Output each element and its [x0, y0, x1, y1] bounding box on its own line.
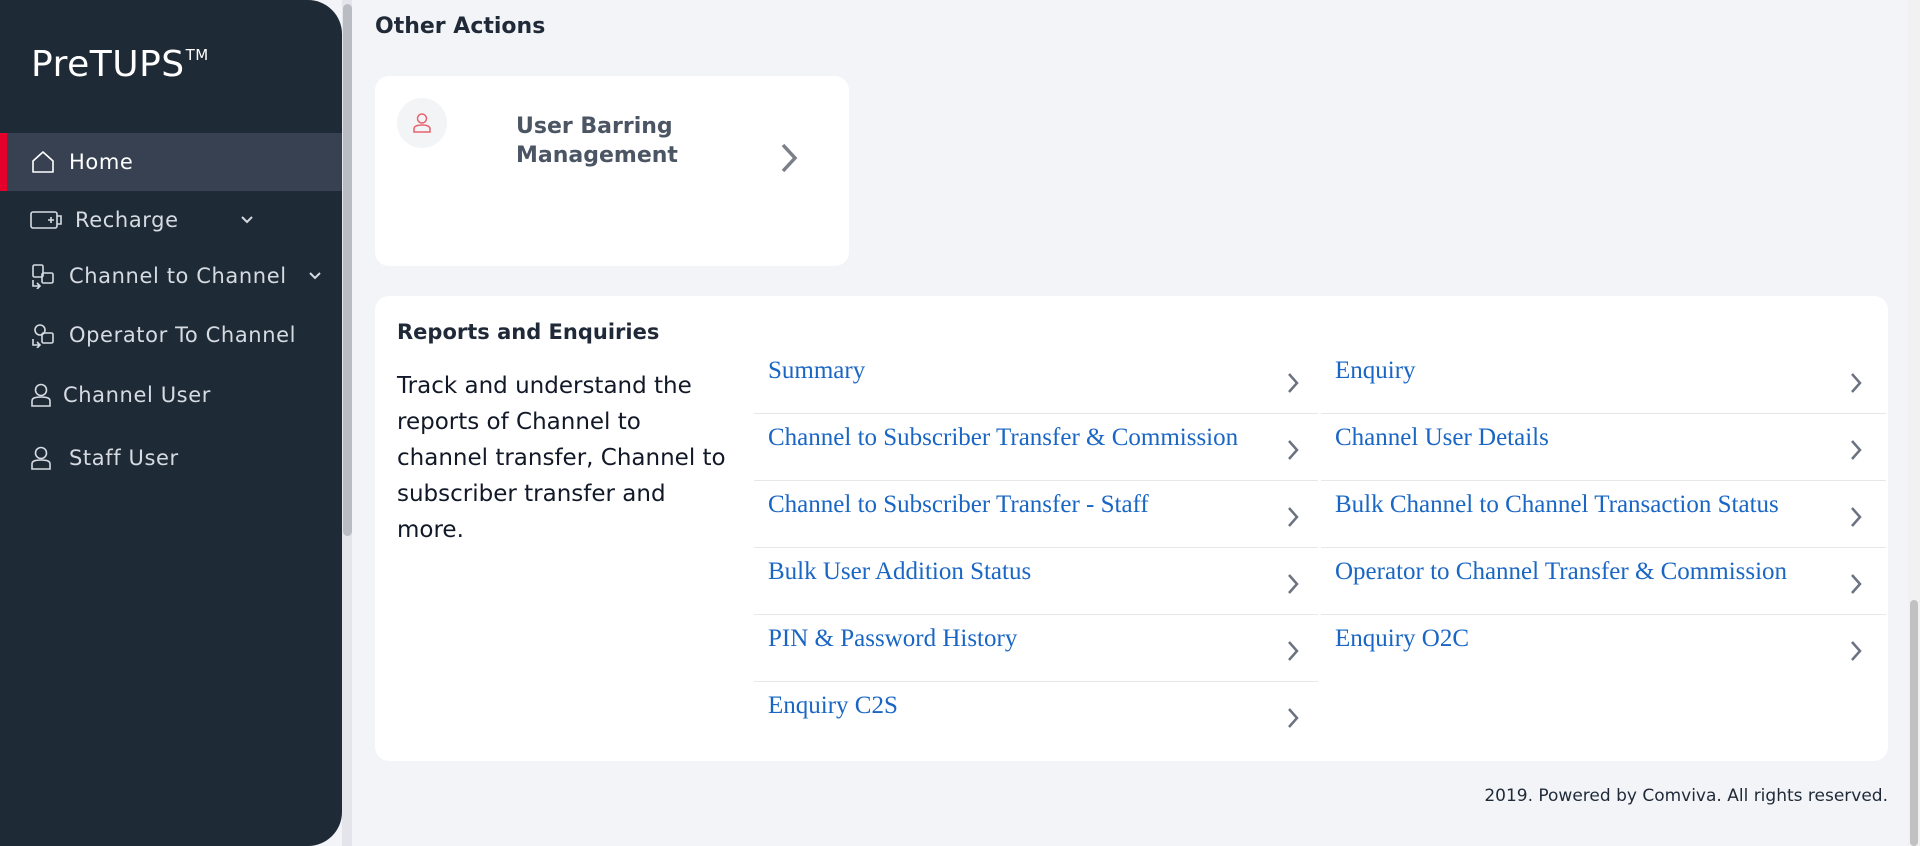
home-icon — [30, 149, 56, 175]
chevron-right-icon — [1288, 708, 1299, 728]
sidebar-item-channel-user[interactable]: Channel User — [0, 366, 342, 424]
report-link-c2s-commission[interactable]: Channel to Subscriber Transfer & Commiss… — [754, 414, 1318, 481]
reports-title: Reports and Enquiries — [397, 320, 660, 344]
user-icon — [397, 98, 447, 148]
sidebar-item-home[interactable]: Home — [0, 133, 342, 191]
chevron-down-icon — [241, 216, 253, 224]
chevron-right-icon — [1851, 373, 1862, 393]
sidebar-item-label: Staff User — [69, 446, 179, 470]
report-link-bulk-c2c-status[interactable]: Bulk Channel to Channel Transaction Stat… — [1321, 481, 1886, 548]
sidebar-item-operator-to-channel[interactable]: Operator To Channel — [0, 306, 342, 364]
report-link-o2c-commission[interactable]: Operator to Channel Transfer & Commissio… — [1321, 548, 1886, 615]
report-link-label: Enquiry C2S — [768, 692, 898, 719]
chevron-right-icon — [1288, 507, 1299, 527]
user-icon — [28, 382, 54, 408]
reports-description: Track and understand the reports of Chan… — [397, 373, 726, 543]
chevron-right-icon — [1288, 574, 1299, 594]
report-link-channel-user-details[interactable]: Channel User Details — [1321, 414, 1886, 481]
chevron-right-icon — [1851, 574, 1862, 594]
page-scrollbar-thumb[interactable] — [1910, 600, 1918, 846]
operator-icon — [30, 322, 56, 348]
chevron-right-icon — [781, 143, 798, 173]
reports-card: Reports and Enquiries Track and understa… — [375, 296, 1888, 761]
chevron-right-icon — [1288, 373, 1299, 393]
sidebar-item-label: Channel User — [63, 383, 211, 407]
transfer-icon — [30, 263, 56, 289]
other-actions-title: Other Actions — [375, 14, 546, 39]
brand-name: PreTUPS — [31, 44, 185, 85]
chevron-right-icon — [1851, 440, 1862, 460]
report-link-label: Operator to Channel Transfer & Commissio… — [1335, 558, 1788, 585]
chevron-right-icon — [1851, 641, 1862, 661]
brand-trademark: TM — [185, 46, 209, 64]
brand-logo: PreTUPSTM — [31, 44, 209, 85]
chevron-right-icon — [1851, 507, 1862, 527]
user-barring-card[interactable]: User Barring Management — [375, 76, 849, 266]
report-link-enquiry-o2c[interactable]: Enquiry O2C — [1321, 615, 1886, 682]
report-link-bulk-user-addition[interactable]: Bulk User Addition Status — [754, 548, 1318, 615]
report-link-summary[interactable]: Summary — [754, 347, 1318, 414]
sidebar: PreTUPSTM Home Recharge Channel to Chann… — [0, 0, 342, 846]
sidebar-item-label: Recharge — [75, 208, 179, 232]
report-link-label: Channel User Details — [1335, 424, 1549, 451]
chevron-down-icon — [309, 272, 321, 280]
report-link-enquiry-c2s[interactable]: Enquiry C2S — [754, 682, 1318, 749]
user-barring-label: User Barring Management — [516, 114, 678, 168]
sidebar-item-recharge[interactable]: Recharge — [0, 191, 342, 249]
report-link-pin-password-history[interactable]: PIN & Password History — [754, 615, 1318, 682]
sidebar-item-staff-user[interactable]: Staff User — [0, 429, 342, 487]
recharge-icon — [30, 207, 62, 233]
sidebar-scrollbar-thumb[interactable] — [343, 4, 352, 536]
footer-copyright: 2019. Powered by Comviva. All rights res… — [1484, 786, 1888, 806]
report-link-label: Channel to Subscriber Transfer - Staff — [768, 491, 1149, 518]
report-link-label: Summary — [768, 357, 866, 384]
report-link-label: Enquiry — [1335, 357, 1416, 384]
report-link-label: Bulk User Addition Status — [768, 558, 1032, 585]
chevron-right-icon — [1288, 641, 1299, 661]
user-icon — [28, 445, 54, 471]
report-link-label: Channel to Subscriber Transfer & Commiss… — [768, 424, 1239, 451]
sidebar-item-label: Home — [69, 150, 134, 174]
sidebar-item-label: Operator To Channel — [69, 323, 297, 347]
report-link-label: Bulk Channel to Channel Transaction Stat… — [1335, 491, 1779, 518]
report-link-c2s-staff[interactable]: Channel to Subscriber Transfer - Staff — [754, 481, 1318, 548]
sidebar-item-label: Channel to Channel — [69, 264, 287, 288]
sidebar-item-channel-to-channel[interactable]: Channel to Channel — [0, 247, 342, 305]
report-link-label: PIN & Password History — [768, 625, 1018, 652]
report-link-label: Enquiry O2C — [1335, 625, 1470, 652]
report-link-enquiry[interactable]: Enquiry — [1321, 347, 1886, 414]
chevron-right-icon — [1288, 440, 1299, 460]
